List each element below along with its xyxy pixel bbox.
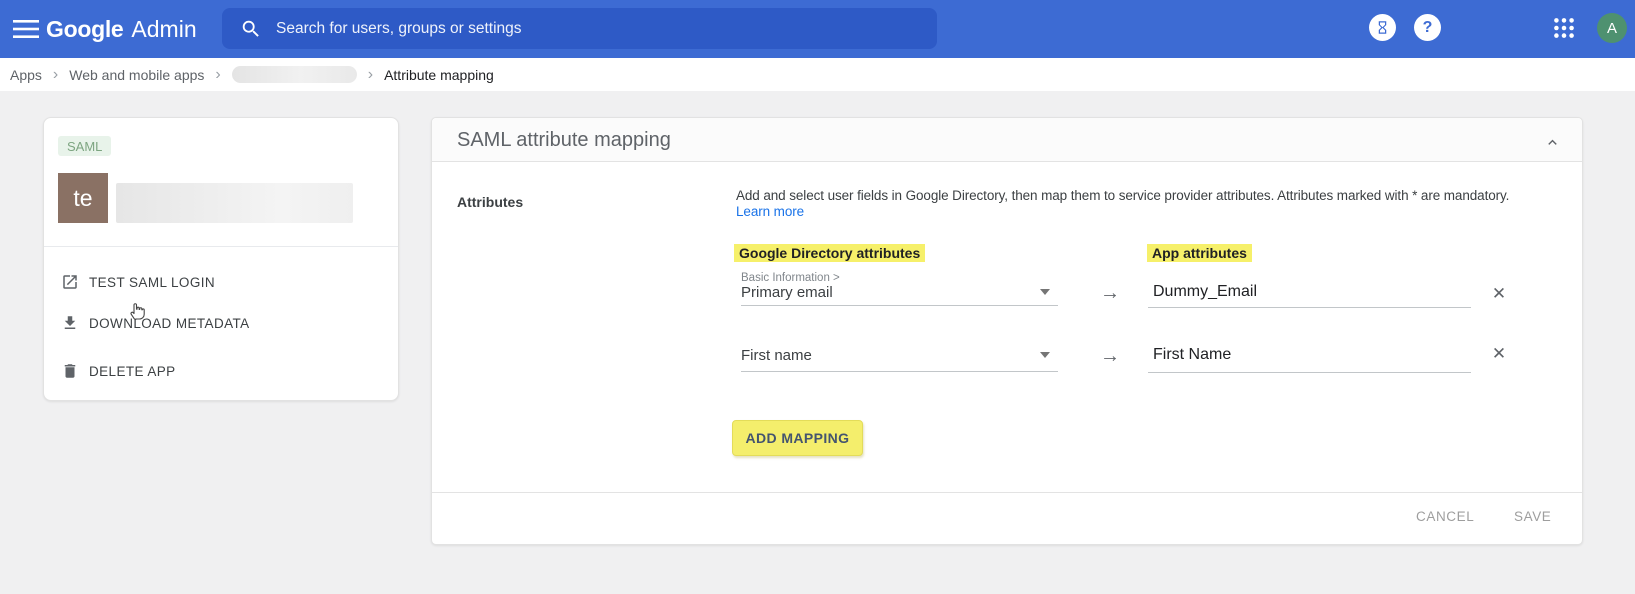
breadcrumb-app-name-redacted[interactable]: [232, 66, 357, 83]
maps-to-arrow-icon: →: [1100, 346, 1120, 366]
directory-attributes-column-header: Google Directory attributes: [734, 244, 925, 262]
directory-attribute-select[interactable]: Primary email: [741, 284, 833, 301]
app-avatar: te: [58, 173, 108, 223]
description-text: Add and select user fields in Google Dir…: [736, 188, 1571, 204]
breadcrumb-attribute-mapping: Attribute mapping: [384, 67, 494, 83]
chevron-right-icon: ›: [53, 67, 58, 83]
hamburger-icon: [13, 20, 39, 38]
apps-grid-dots: [1551, 15, 1577, 41]
dropdown-caret-icon[interactable]: [1040, 352, 1050, 358]
app-info-card: SAML te TEST SAML LOGIN DOWNLOAD METADAT…: [43, 117, 399, 401]
field-underline: [1148, 372, 1471, 373]
search-bar[interactable]: [222, 8, 937, 49]
test-saml-login-button[interactable]: TEST SAML LOGIN: [44, 269, 398, 295]
download-metadata-label: DOWNLOAD METADATA: [89, 316, 250, 331]
help-icon[interactable]: ?: [1414, 14, 1441, 41]
test-saml-login-label: TEST SAML LOGIN: [89, 275, 215, 290]
directory-attribute-select[interactable]: First name: [741, 347, 812, 364]
remove-mapping-button[interactable]: ✕: [1488, 283, 1510, 305]
directory-attribute-category: Basic Information >: [741, 272, 840, 284]
field-underline: [741, 305, 1058, 306]
app-column-label: App attributes: [1152, 245, 1247, 261]
learn-more-link[interactable]: Learn more: [736, 204, 804, 219]
google-admin-console: Google Admin ? A Apps › Web and mobile a…: [0, 0, 1635, 594]
app-attribute-input[interactable]: First Name: [1153, 346, 1231, 364]
chevron-right-icon: ›: [368, 67, 373, 83]
app-attributes-column-header: App attributes: [1147, 244, 1252, 262]
app-attribute-input[interactable]: Dummy_Email: [1153, 283, 1257, 301]
app-avatar-initials: te: [73, 185, 92, 212]
card-header: SAML attribute mapping: [432, 118, 1582, 162]
maps-to-arrow-icon: →: [1100, 283, 1120, 303]
download-icon: [61, 314, 79, 332]
delete-app-button[interactable]: DELETE APP: [44, 358, 398, 384]
logo-admin-text: Admin: [131, 16, 196, 43]
question-mark-glyph: ?: [1423, 19, 1433, 37]
delete-app-label: DELETE APP: [89, 364, 176, 379]
directory-column-label: Google Directory attributes: [739, 245, 920, 261]
logo-google-text: Google: [46, 16, 123, 43]
saml-type-badge: SAML: [58, 136, 111, 156]
hamburger-menu-icon[interactable]: [8, 17, 44, 41]
divider: [44, 246, 398, 247]
google-admin-logo: Google Admin: [46, 0, 197, 58]
saml-badge-label: SAML: [67, 139, 102, 154]
chevron-up-icon: [1544, 134, 1561, 151]
account-avatar-initial: A: [1607, 20, 1617, 37]
saml-attribute-mapping-card: SAML attribute mapping Attributes Add an…: [431, 117, 1583, 545]
field-underline: [1148, 307, 1471, 308]
remove-mapping-button[interactable]: ✕: [1488, 343, 1510, 365]
search-icon: [240, 18, 262, 40]
topbar: Google Admin ? A: [0, 0, 1635, 58]
hourglass-icon: [1375, 20, 1390, 35]
save-button[interactable]: SAVE: [1514, 509, 1551, 524]
breadcrumb-web-and-mobile-apps[interactable]: Web and mobile apps: [69, 67, 204, 83]
dropdown-caret-icon[interactable]: [1040, 289, 1050, 295]
breadcrumb-apps[interactable]: Apps: [10, 67, 42, 83]
download-metadata-button[interactable]: DOWNLOAD METADATA: [44, 310, 398, 336]
account-avatar[interactable]: A: [1597, 13, 1627, 43]
breadcrumb: Apps › Web and mobile apps › › Attribute…: [0, 58, 1635, 91]
field-underline: [741, 371, 1058, 372]
apps-grid-icon[interactable]: [1551, 15, 1577, 41]
card-title: SAML attribute mapping: [457, 118, 671, 162]
add-mapping-button[interactable]: ADD MAPPING: [732, 420, 863, 456]
attributes-section-label: Attributes: [457, 194, 523, 210]
trash-icon: [61, 362, 79, 380]
trial-hourglass-icon[interactable]: [1369, 14, 1396, 41]
divider: [432, 492, 1582, 493]
attributes-description: Add and select user fields in Google Dir…: [736, 188, 1571, 220]
chevron-right-icon: ›: [215, 67, 220, 83]
collapse-section-button[interactable]: [1538, 128, 1566, 156]
search-input[interactable]: [276, 20, 876, 38]
app-name-redacted: [116, 183, 353, 223]
open-in-new-icon: [61, 273, 79, 291]
cancel-button[interactable]: CANCEL: [1416, 509, 1474, 524]
